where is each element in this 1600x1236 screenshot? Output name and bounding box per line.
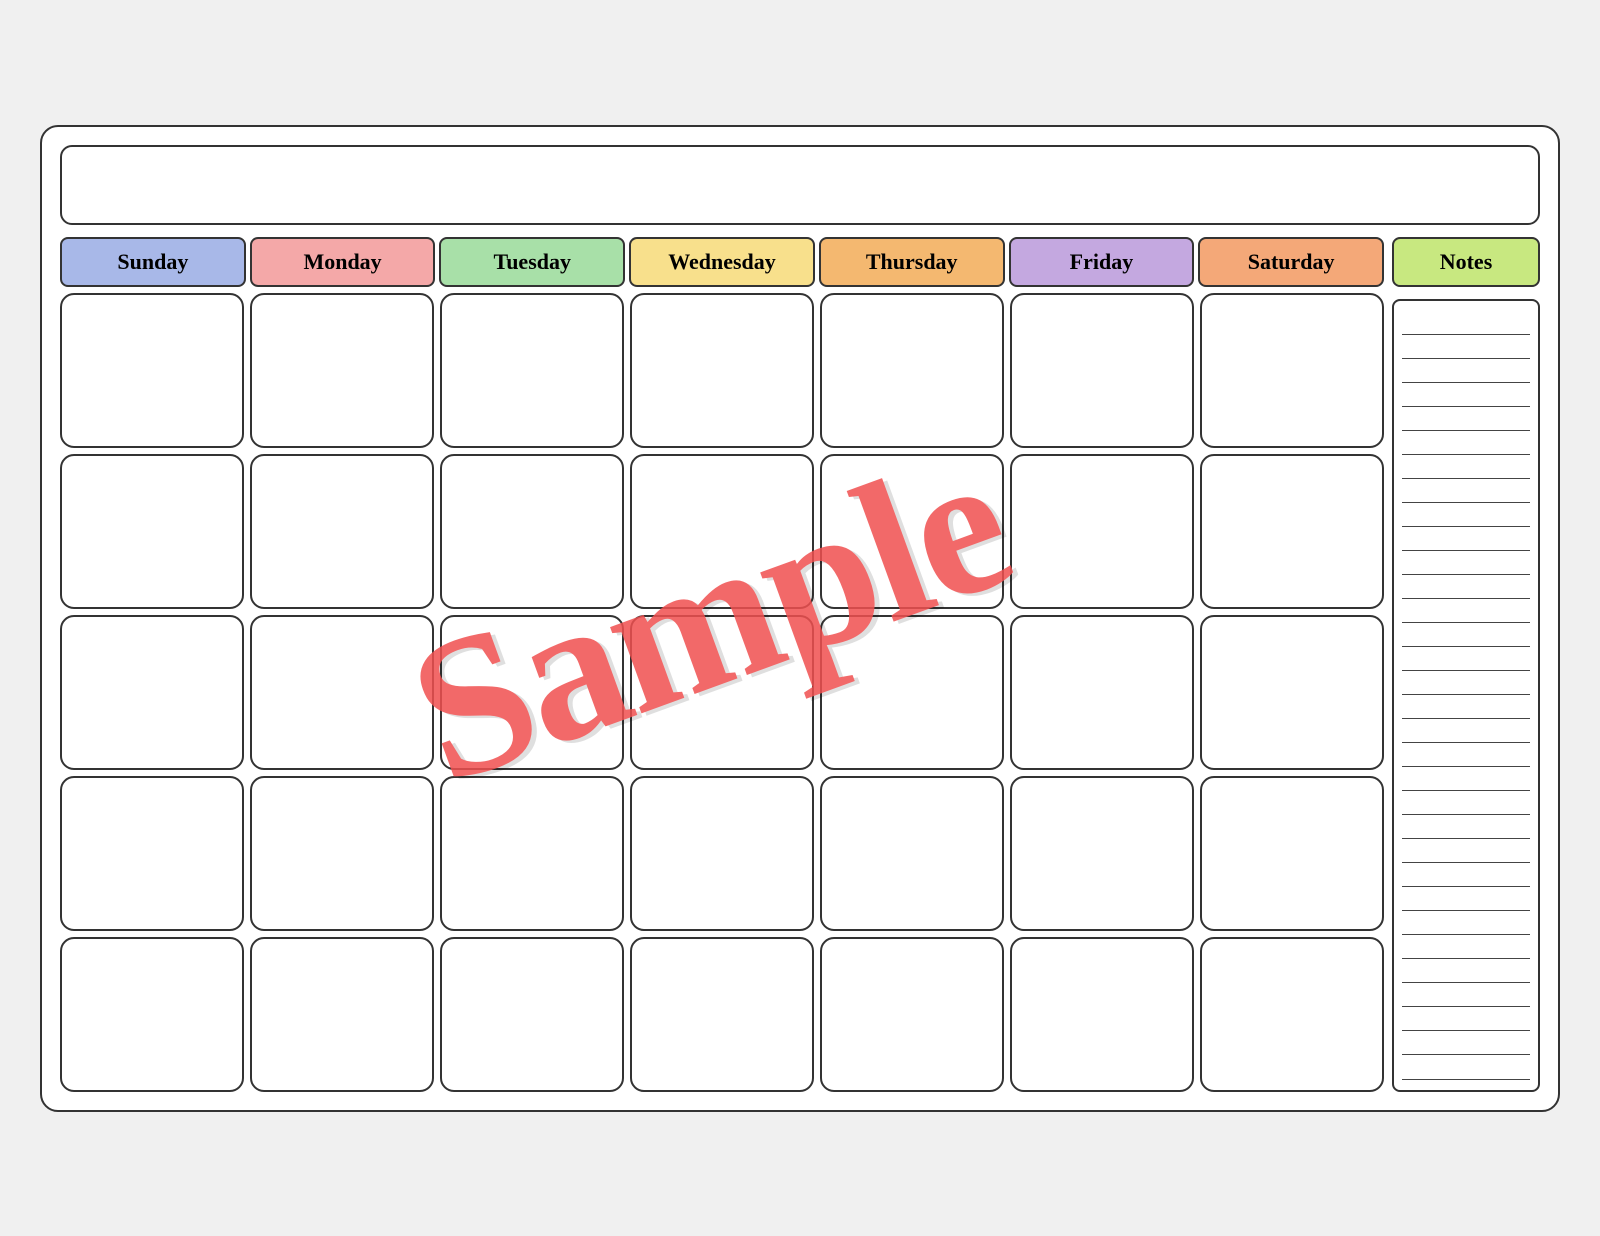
day-cell[interactable] <box>630 293 814 448</box>
day-cell[interactable] <box>820 454 1004 609</box>
day-cell[interactable] <box>440 454 624 609</box>
day-cell[interactable] <box>60 454 244 609</box>
note-line <box>1402 863 1530 887</box>
note-line <box>1402 311 1530 335</box>
calendar-row-5 <box>60 937 1384 1092</box>
note-line <box>1402 551 1530 575</box>
day-cell[interactable] <box>630 454 814 609</box>
calendar-container: Sunday Monday Tuesday Wednesday Thursday… <box>40 125 1560 1112</box>
day-cell[interactable] <box>820 615 1004 770</box>
header-row: Sunday Monday Tuesday Wednesday Thursday… <box>60 237 1384 287</box>
day-cell[interactable] <box>60 293 244 448</box>
day-cell[interactable] <box>440 293 624 448</box>
title-bar[interactable] <box>60 145 1540 225</box>
notes-area: Notes <box>1392 237 1540 1092</box>
day-cell[interactable] <box>250 293 434 448</box>
day-cell[interactable] <box>1200 937 1384 1092</box>
day-cell[interactable] <box>1010 615 1194 770</box>
notes-lines[interactable] <box>1392 299 1540 1092</box>
note-line <box>1402 743 1530 767</box>
note-line <box>1402 839 1530 863</box>
day-cell[interactable] <box>60 937 244 1092</box>
day-cell[interactable] <box>1200 776 1384 931</box>
day-cell[interactable] <box>250 454 434 609</box>
header-wednesday: Wednesday <box>629 237 815 287</box>
main-calendar: Sunday Monday Tuesday Wednesday Thursday… <box>60 237 1384 1092</box>
day-cell[interactable] <box>1200 293 1384 448</box>
header-friday: Friday <box>1009 237 1195 287</box>
header-sunday: Sunday <box>60 237 246 287</box>
note-line <box>1402 455 1530 479</box>
day-cell[interactable] <box>630 615 814 770</box>
day-cell[interactable] <box>1200 615 1384 770</box>
note-line <box>1402 599 1530 623</box>
note-line <box>1402 1031 1530 1055</box>
day-cell[interactable] <box>1010 937 1194 1092</box>
day-cell[interactable] <box>440 615 624 770</box>
note-line <box>1402 887 1530 911</box>
note-line <box>1402 335 1530 359</box>
note-line <box>1402 527 1530 551</box>
day-cell[interactable] <box>250 937 434 1092</box>
note-line <box>1402 791 1530 815</box>
day-cell[interactable] <box>820 937 1004 1092</box>
note-line <box>1402 695 1530 719</box>
day-cell[interactable] <box>60 776 244 931</box>
day-cell[interactable] <box>60 615 244 770</box>
day-cell[interactable] <box>1010 776 1194 931</box>
calendar-row-3 <box>60 615 1384 770</box>
day-cell[interactable] <box>1010 293 1194 448</box>
note-line <box>1402 911 1530 935</box>
calendar-row-4 <box>60 776 1384 931</box>
day-cell[interactable] <box>820 293 1004 448</box>
day-cell[interactable] <box>440 776 624 931</box>
note-line <box>1402 431 1530 455</box>
note-line <box>1402 671 1530 695</box>
note-line <box>1402 815 1530 839</box>
header-tuesday: Tuesday <box>439 237 625 287</box>
header-monday: Monday <box>250 237 436 287</box>
note-line <box>1402 575 1530 599</box>
note-line <box>1402 623 1530 647</box>
calendar-row-2 <box>60 454 1384 609</box>
note-line <box>1402 1055 1530 1079</box>
note-line <box>1402 983 1530 1007</box>
header-thursday: Thursday <box>819 237 1005 287</box>
day-cell[interactable] <box>1010 454 1194 609</box>
header-saturday: Saturday <box>1198 237 1384 287</box>
day-cell[interactable] <box>250 615 434 770</box>
note-line <box>1402 935 1530 959</box>
day-cell[interactable] <box>1200 454 1384 609</box>
calendar-body <box>60 293 1384 1092</box>
day-cell[interactable] <box>630 776 814 931</box>
day-cell[interactable] <box>250 776 434 931</box>
note-line <box>1402 719 1530 743</box>
note-line <box>1402 1007 1530 1031</box>
note-line <box>1402 359 1530 383</box>
day-cell[interactable] <box>630 937 814 1092</box>
note-line <box>1402 407 1530 431</box>
day-cell[interactable] <box>440 937 624 1092</box>
calendar-row-1 <box>60 293 1384 448</box>
note-line <box>1402 479 1530 503</box>
note-line <box>1402 767 1530 791</box>
header-notes: Notes <box>1392 237 1540 287</box>
note-line <box>1402 383 1530 407</box>
day-cell[interactable] <box>820 776 1004 931</box>
note-line <box>1402 503 1530 527</box>
note-line <box>1402 647 1530 671</box>
calendar-wrapper: Sunday Monday Tuesday Wednesday Thursday… <box>60 237 1540 1092</box>
note-line <box>1402 959 1530 983</box>
